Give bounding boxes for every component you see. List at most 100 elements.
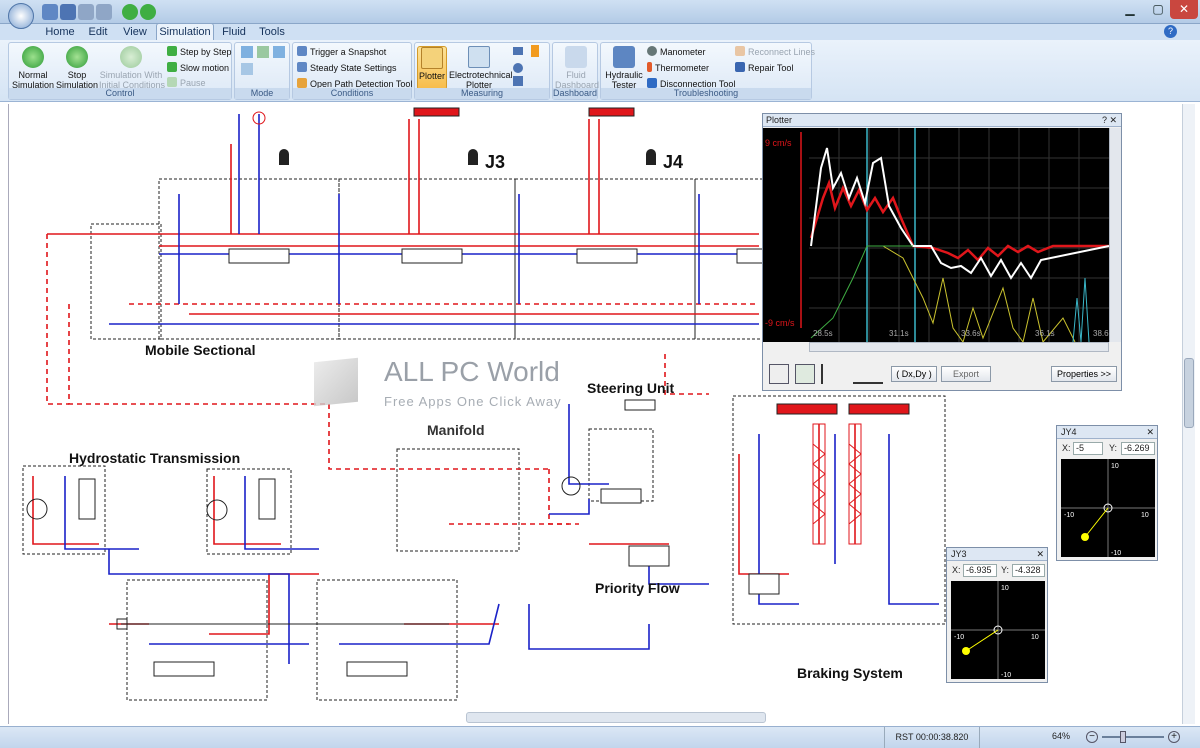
plotter-icon [421,47,443,69]
dxdy-button[interactable]: ( Dx,Dy ) [891,366,937,382]
record-icon[interactable] [795,364,815,384]
plotter-window[interactable]: Plotter ? ✕ 9 cm/s -9 cm/s 28.5s 31.1s 3… [762,113,1122,391]
snapshot-icon [297,46,307,56]
reconnect-lines-button[interactable]: Reconnect Lines [735,45,815,59]
marker-icon[interactable] [821,364,841,384]
jy3-joystick-pad[interactable]: 10 -10 -10 10 [951,581,1045,679]
watermark-title: ALL PC World [384,356,560,387]
manometer-button[interactable]: Manometer [647,45,706,59]
help-icon[interactable]: ? [1164,25,1177,38]
tab-edit[interactable]: Edit [80,24,116,40]
app-menu-button[interactable] [8,3,34,29]
path-icon [297,78,307,88]
mode-icon[interactable] [241,46,253,58]
step-icon [167,46,177,56]
check-icon [120,46,142,68]
probe-icon[interactable] [513,63,523,73]
tick-label: 10 [1031,634,1039,641]
export-button[interactable]: Export [941,366,991,382]
zoom-out-icon[interactable]: − [1086,731,1098,743]
x-tick-label: 28.5s [813,329,833,338]
plotter-hscroll[interactable] [809,342,1109,352]
close-icon[interactable]: ✕ [1146,426,1154,439]
jy3-window[interactable]: JY3 ✕ X: -6.935 Y: -4.328 10 -10 -10 10 [946,547,1048,683]
joystick-icon[interactable] [279,149,289,165]
reconnect-icon [735,46,745,56]
open-icon[interactable] [42,4,58,20]
zoom-in-icon[interactable]: + [1168,731,1180,743]
repair-tool-button[interactable]: Repair Tool [735,61,793,75]
lightning-icon[interactable] [531,45,539,57]
vscroll-thumb[interactable] [1184,358,1194,428]
zoom-level: 64% [1052,731,1071,741]
plotter-close-icon[interactable]: ? ✕ [1102,114,1117,127]
zoom-slider-thumb[interactable] [1120,731,1126,743]
hydraulic-tester-button[interactable]: Hydraulic Tester [603,46,645,90]
plotter-button[interactable]: Plotter [417,46,447,90]
joystick-icon[interactable] [646,149,656,165]
tick-label: 10 [1141,512,1149,519]
tab-simulation[interactable]: Simulation [156,23,214,40]
wrench-icon [735,62,745,72]
tick-label: -10 [954,634,964,641]
tab-tools[interactable]: Tools [254,24,290,40]
properties-button[interactable]: Properties >> [1051,366,1117,382]
meter-icon[interactable] [513,47,523,55]
canvas-vertical-scrollbar[interactable] [1182,104,1195,724]
close-icon[interactable]: ✕ [1036,548,1044,561]
mode-icon[interactable] [257,46,269,58]
electro-plotter-icon [468,46,490,68]
steady-state-button[interactable]: Steady State Settings [297,61,397,75]
jy3-x-value: -6.935 [963,564,997,577]
redo-icon[interactable] [96,4,112,20]
tab-view[interactable]: View [118,24,152,40]
mode-icon[interactable] [273,46,285,58]
tick-label: -10 [1064,512,1074,519]
jy4-titlebar[interactable]: JY4 ✕ [1057,426,1157,439]
maximize-button[interactable]: ▢ [1144,0,1172,19]
jy3-titlebar[interactable]: JY3 ✕ [947,548,1047,561]
plotter-graph[interactable] [763,128,1121,342]
tab-home[interactable]: Home [42,24,78,40]
stop-icon[interactable] [140,4,156,20]
zoom-slider[interactable] [1102,736,1164,738]
vertical-cursor-icon[interactable] [769,364,789,384]
tab-fluid[interactable]: Fluid [216,24,252,40]
jy4-y-value: -6.269 [1121,442,1155,455]
run-icon[interactable] [122,4,138,20]
x-label: X: [1062,443,1071,453]
thermometer-icon [647,62,652,72]
jy4-joystick-pad[interactable]: 10 -10 -10 10 [1061,459,1155,557]
joystick-icon[interactable] [468,149,478,165]
gauge-icon [647,46,657,56]
step-by-step-button[interactable]: Step by Step [167,45,232,59]
fluid-dashboard-button[interactable]: Fluid Dashboard [555,46,599,90]
close-button[interactable]: ✕ [1170,0,1198,19]
hydrostatic-transmission-label: Hydrostatic Transmission [69,450,241,466]
simulation-time: RST 00:00:38.820 [884,727,980,748]
mode-icon[interactable] [241,63,253,75]
jy4-window[interactable]: JY4 ✕ X: -5 Y: -6.269 10 -10 -10 10 [1056,425,1158,561]
priority-flow-label: Priority Flow [595,580,680,596]
dashboard-group: Fluid Dashboard Dashboard [552,42,599,100]
trigger-snapshot-button[interactable]: Trigger a Snapshot [297,45,386,59]
normal-simulation-button[interactable]: Normal Simulation [11,46,55,90]
canvas-horizontal-scrollbar[interactable] [466,712,766,723]
tick-label: -10 [1111,550,1121,557]
minimize-button[interactable]: ▁ [1116,0,1144,19]
x-tick-label: 31.1s [889,329,909,338]
electrotechnical-plotter-button[interactable]: Electrotechnical Plotter [449,46,513,90]
tick-label: -10 [1001,672,1011,679]
initial-conditions-button[interactable]: Simulation With Initial Conditions [99,46,165,90]
plotter-vscroll[interactable] [1109,128,1121,342]
save-icon[interactable] [60,4,76,20]
stop-simulation-button[interactable]: Stop Simulation [55,46,99,90]
slow-motion-button[interactable]: Slow motion [167,61,229,75]
step-icon[interactable] [853,364,883,384]
thermometer-button[interactable]: Thermometer [647,61,709,75]
plotter-titlebar[interactable]: Plotter ? ✕ [763,114,1121,127]
x-tick-label: 36.1s [1035,329,1055,338]
undo-icon[interactable] [78,4,94,20]
sensor-icon[interactable] [513,76,523,86]
watermark-subtitle: Free Apps One Click Away [384,394,562,409]
